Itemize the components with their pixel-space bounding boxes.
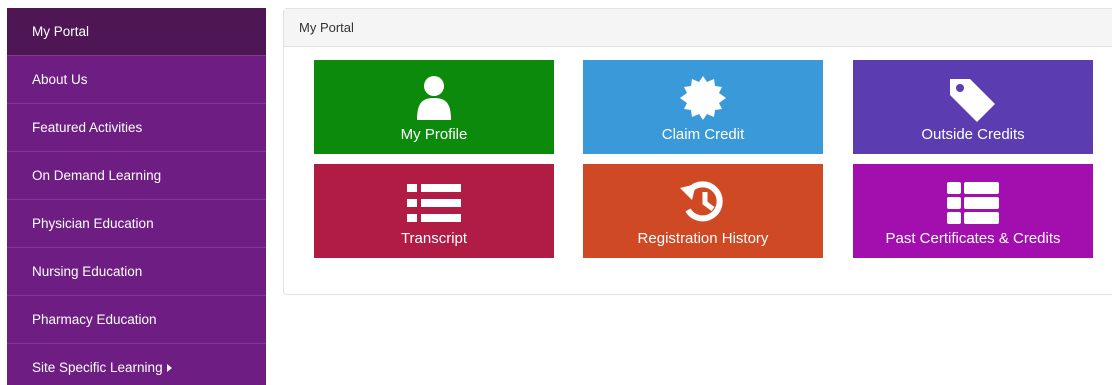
tile-label: Claim Credit <box>661 126 745 143</box>
sidebar-item-on-demand-learning[interactable]: On Demand Learning <box>7 152 266 200</box>
transcript-tile[interactable]: Transcript <box>314 164 554 258</box>
tile-label: Past Certificates & Credits <box>885 230 1061 247</box>
sidebar-item-label: On Demand Learning <box>32 168 162 183</box>
sidebar-nav: My Portal About Us Featured Activities O… <box>7 8 266 385</box>
sidebar-item-site-specific-learning[interactable]: Site Specific Learning <box>7 344 266 385</box>
panel-title: My Portal <box>284 9 1112 47</box>
sidebar-item-featured-activities[interactable]: Featured Activities <box>7 104 266 152</box>
my-portal-panel: My Portal My Profile Claim Credit Outsid… <box>283 8 1112 295</box>
outside-credits-tile[interactable]: Outside Credits <box>853 60 1093 154</box>
list-icon <box>407 184 461 222</box>
registration-history-tile[interactable]: Registration History <box>583 164 823 258</box>
certificate-icon <box>680 76 726 120</box>
tile-label: Outside Credits <box>921 126 1025 143</box>
past-certificates-tile[interactable]: Past Certificates & Credits <box>853 164 1093 258</box>
tile-label: Transcript <box>400 230 468 247</box>
sidebar-item-label: My Portal <box>32 24 90 39</box>
sidebar-item-my-portal[interactable]: My Portal <box>7 8 266 56</box>
tag-icon <box>950 79 995 122</box>
sidebar-item-nursing-education[interactable]: Nursing Education <box>7 248 266 296</box>
sidebar-item-physician-education[interactable]: Physician Education <box>7 200 266 248</box>
sidebar-item-label: Nursing Education <box>32 264 143 279</box>
th-list-icon <box>947 182 999 224</box>
sidebar-item-label: Pharmacy Education <box>32 312 157 327</box>
my-profile-tile[interactable]: My Profile <box>314 60 554 154</box>
user-icon <box>417 76 451 120</box>
sidebar-item-label: Physician Education <box>32 216 154 231</box>
history-icon <box>680 181 723 222</box>
sidebar-item-label: Featured Activities <box>32 120 143 135</box>
sidebar-item-label: About Us <box>32 72 88 87</box>
tile-label: Registration History <box>637 230 769 247</box>
claim-credit-tile[interactable]: Claim Credit <box>583 60 823 154</box>
sidebar-item-pharmacy-education[interactable]: Pharmacy Education <box>7 296 266 344</box>
sidebar-item-label: Site Specific Learning <box>32 360 163 375</box>
caret-right-icon <box>166 363 172 372</box>
tile-label: My Profile <box>400 126 468 143</box>
sidebar-item-about-us[interactable]: About Us <box>7 56 266 104</box>
